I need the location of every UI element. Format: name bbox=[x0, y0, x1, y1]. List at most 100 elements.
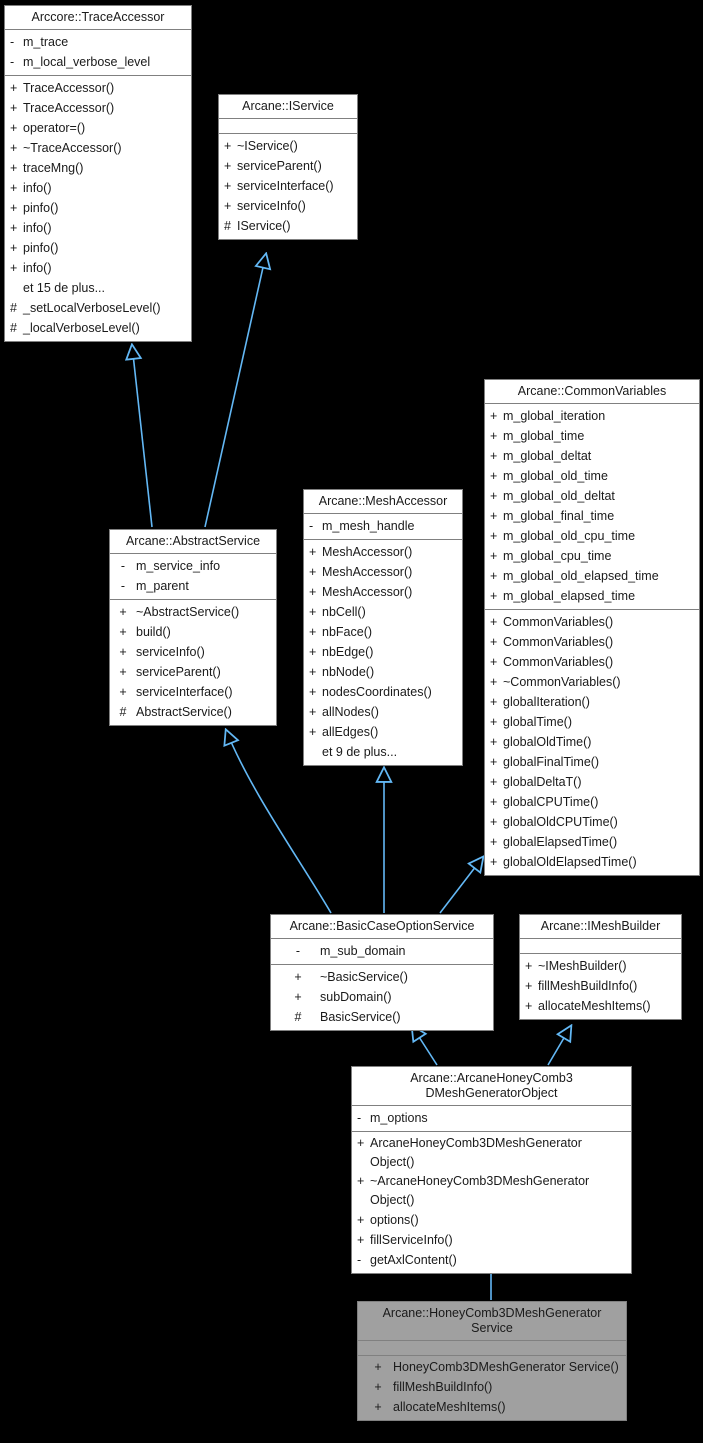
visibility: + bbox=[490, 775, 498, 789]
edge-honeycombobject-to-basiccaseoptionservice bbox=[412, 1026, 438, 1066]
visibility: # bbox=[294, 1010, 302, 1024]
member: + TraceAccessor() bbox=[5, 98, 191, 118]
visibility: + bbox=[525, 959, 533, 973]
member: - m_local_verbose_level bbox=[5, 52, 191, 72]
node-mesh-accessor[interactable]: Arcane::MeshAccessor - m_mesh_handle + M… bbox=[303, 489, 463, 766]
visibility: + bbox=[490, 795, 498, 809]
member-more: et 9 de plus... bbox=[304, 742, 462, 762]
member-name: fillServiceInfo() bbox=[370, 1233, 453, 1247]
visibility: + bbox=[357, 1174, 365, 1188]
visibility: - bbox=[10, 35, 15, 49]
visibility: + bbox=[224, 199, 232, 213]
visibility: + bbox=[224, 159, 232, 173]
visibility: + bbox=[10, 101, 18, 115]
member-name: m_trace bbox=[23, 35, 69, 49]
member-name: CommonVariables() bbox=[503, 615, 614, 629]
edge-abstractservice-to-traceaccessor bbox=[132, 345, 153, 528]
visibility: + bbox=[490, 489, 498, 503]
member-name: nbEdge() bbox=[322, 645, 374, 659]
member: + globalIteration() bbox=[485, 692, 699, 712]
member: + m_global_iteration bbox=[485, 406, 699, 426]
visibility: + bbox=[309, 585, 317, 599]
member-name: TraceAccessor() bbox=[23, 81, 115, 95]
visibility: - bbox=[357, 1111, 362, 1125]
member: + m_global_final_time bbox=[485, 506, 699, 526]
member: + ArcaneHoneyComb3DMeshGenerator Object(… bbox=[352, 1134, 631, 1172]
member-name: ~IService() bbox=[237, 139, 298, 153]
edge-honeycombobject-to-imeshbuilder bbox=[547, 1026, 571, 1066]
node-honeycomb-object[interactable]: Arcane::ArcaneHoneyComb3 DMeshGeneratorO… bbox=[351, 1066, 632, 1274]
member-name: m_options bbox=[370, 1111, 428, 1125]
member-name: getAxlContent() bbox=[370, 1253, 457, 1267]
node-iservice[interactable]: Arcane::IService + ~IService() + service… bbox=[218, 94, 358, 240]
node-imesh-builder[interactable]: Arcane::IMeshBuilder + ~IMeshBuilder() +… bbox=[519, 914, 682, 1020]
attributes-section-empty bbox=[358, 1341, 626, 1355]
node-common-variables[interactable]: Arcane::CommonVariables + m_global_itera… bbox=[484, 379, 700, 876]
node-title: Arcane::HoneyComb3DMeshGenerator Service bbox=[358, 1302, 626, 1341]
member-name: nbFace() bbox=[322, 625, 373, 639]
visibility: + bbox=[525, 999, 533, 1013]
member-name: MeshAccessor() bbox=[322, 565, 413, 579]
member-name: m_parent bbox=[136, 579, 189, 593]
member-name: et 15 de plus... bbox=[23, 281, 106, 295]
member-name: ~TraceAccessor() bbox=[23, 141, 122, 155]
member-name: m_global_iteration bbox=[503, 409, 606, 423]
member-name: nbNode() bbox=[322, 665, 375, 679]
member: + CommonVariables() bbox=[485, 612, 699, 632]
member: + MeshAccessor() bbox=[304, 542, 462, 562]
visibility: + bbox=[309, 645, 317, 659]
member-name: pinfo() bbox=[23, 241, 59, 255]
member: + info() bbox=[5, 178, 191, 198]
visibility: + bbox=[294, 970, 302, 984]
member: + m_global_time bbox=[485, 426, 699, 446]
visibility: + bbox=[490, 429, 498, 443]
visibility: + bbox=[490, 589, 498, 603]
member-name: m_local_verbose_level bbox=[23, 55, 151, 69]
member-name: ~ArcaneHoneyComb3DMeshGenerator Object() bbox=[370, 1174, 590, 1207]
node-abstract-service[interactable]: Arcane::AbstractService - m_service_info… bbox=[109, 529, 277, 726]
member: + info() bbox=[5, 218, 191, 238]
member: + serviceInterface() bbox=[110, 682, 276, 702]
visibility: - bbox=[10, 55, 15, 69]
member: + m_global_elapsed_time bbox=[485, 586, 699, 606]
member: + globalFinalTime() bbox=[485, 752, 699, 772]
member-name: HoneyComb3DMeshGenerator Service() bbox=[393, 1360, 619, 1374]
visibility: + bbox=[357, 1213, 365, 1227]
member-name: fillMeshBuildInfo() bbox=[538, 979, 638, 993]
member-name: TraceAccessor() bbox=[23, 101, 115, 115]
visibility: + bbox=[309, 705, 317, 719]
member: # IService() bbox=[219, 216, 357, 236]
attributes-section: + m_global_iteration + m_global_time + m… bbox=[485, 404, 699, 609]
member: + operator=() bbox=[5, 118, 191, 138]
member-name: globalFinalTime() bbox=[503, 755, 600, 769]
visibility: - bbox=[309, 519, 314, 533]
visibility: + bbox=[294, 990, 302, 1004]
methods-section: + CommonVariables() + CommonVariables() … bbox=[485, 609, 699, 875]
member: + globalElapsedTime() bbox=[485, 832, 699, 852]
member: + ~TraceAccessor() bbox=[5, 138, 191, 158]
member: + m_global_old_elapsed_time bbox=[485, 566, 699, 586]
node-title: Arcane::IService bbox=[219, 95, 357, 119]
visibility: + bbox=[374, 1360, 382, 1374]
node-basic-case-option-service[interactable]: Arcane::BasicCaseOptionService - m_sub_d… bbox=[270, 914, 494, 1031]
member: + MeshAccessor() bbox=[304, 582, 462, 602]
member: + allEdges() bbox=[304, 722, 462, 742]
member-name: globalCPUTime() bbox=[503, 795, 599, 809]
node-trace-accessor[interactable]: Arccore::TraceAccessor - m_trace - m_loc… bbox=[4, 5, 192, 342]
methods-section: + ~AbstractService() + build() + service… bbox=[110, 599, 276, 725]
visibility: + bbox=[525, 979, 533, 993]
member-name: m_sub_domain bbox=[320, 944, 406, 958]
uml-class-diagram: Arccore::TraceAccessor - m_trace - m_loc… bbox=[0, 0, 703, 1443]
member-name: globalTime() bbox=[503, 715, 573, 729]
member: - m_service_info bbox=[110, 556, 276, 576]
node-honeycomb-service[interactable]: Arcane::HoneyComb3DMeshGenerator Service… bbox=[357, 1301, 627, 1421]
member-name: _setLocalVerboseLevel() bbox=[23, 301, 161, 315]
member-name: build() bbox=[136, 625, 171, 639]
member: + serviceInterface() bbox=[219, 176, 357, 196]
node-title: Arcane::MeshAccessor bbox=[304, 490, 462, 514]
member-name: m_global_old_deltat bbox=[503, 489, 615, 503]
member: + subDomain() bbox=[271, 987, 493, 1007]
visibility: - bbox=[120, 579, 126, 593]
methods-section: + ~IMeshBuilder() + fillMeshBuildInfo() … bbox=[520, 953, 681, 1019]
member: + ~ArcaneHoneyComb3DMeshGenerator Object… bbox=[352, 1172, 631, 1210]
